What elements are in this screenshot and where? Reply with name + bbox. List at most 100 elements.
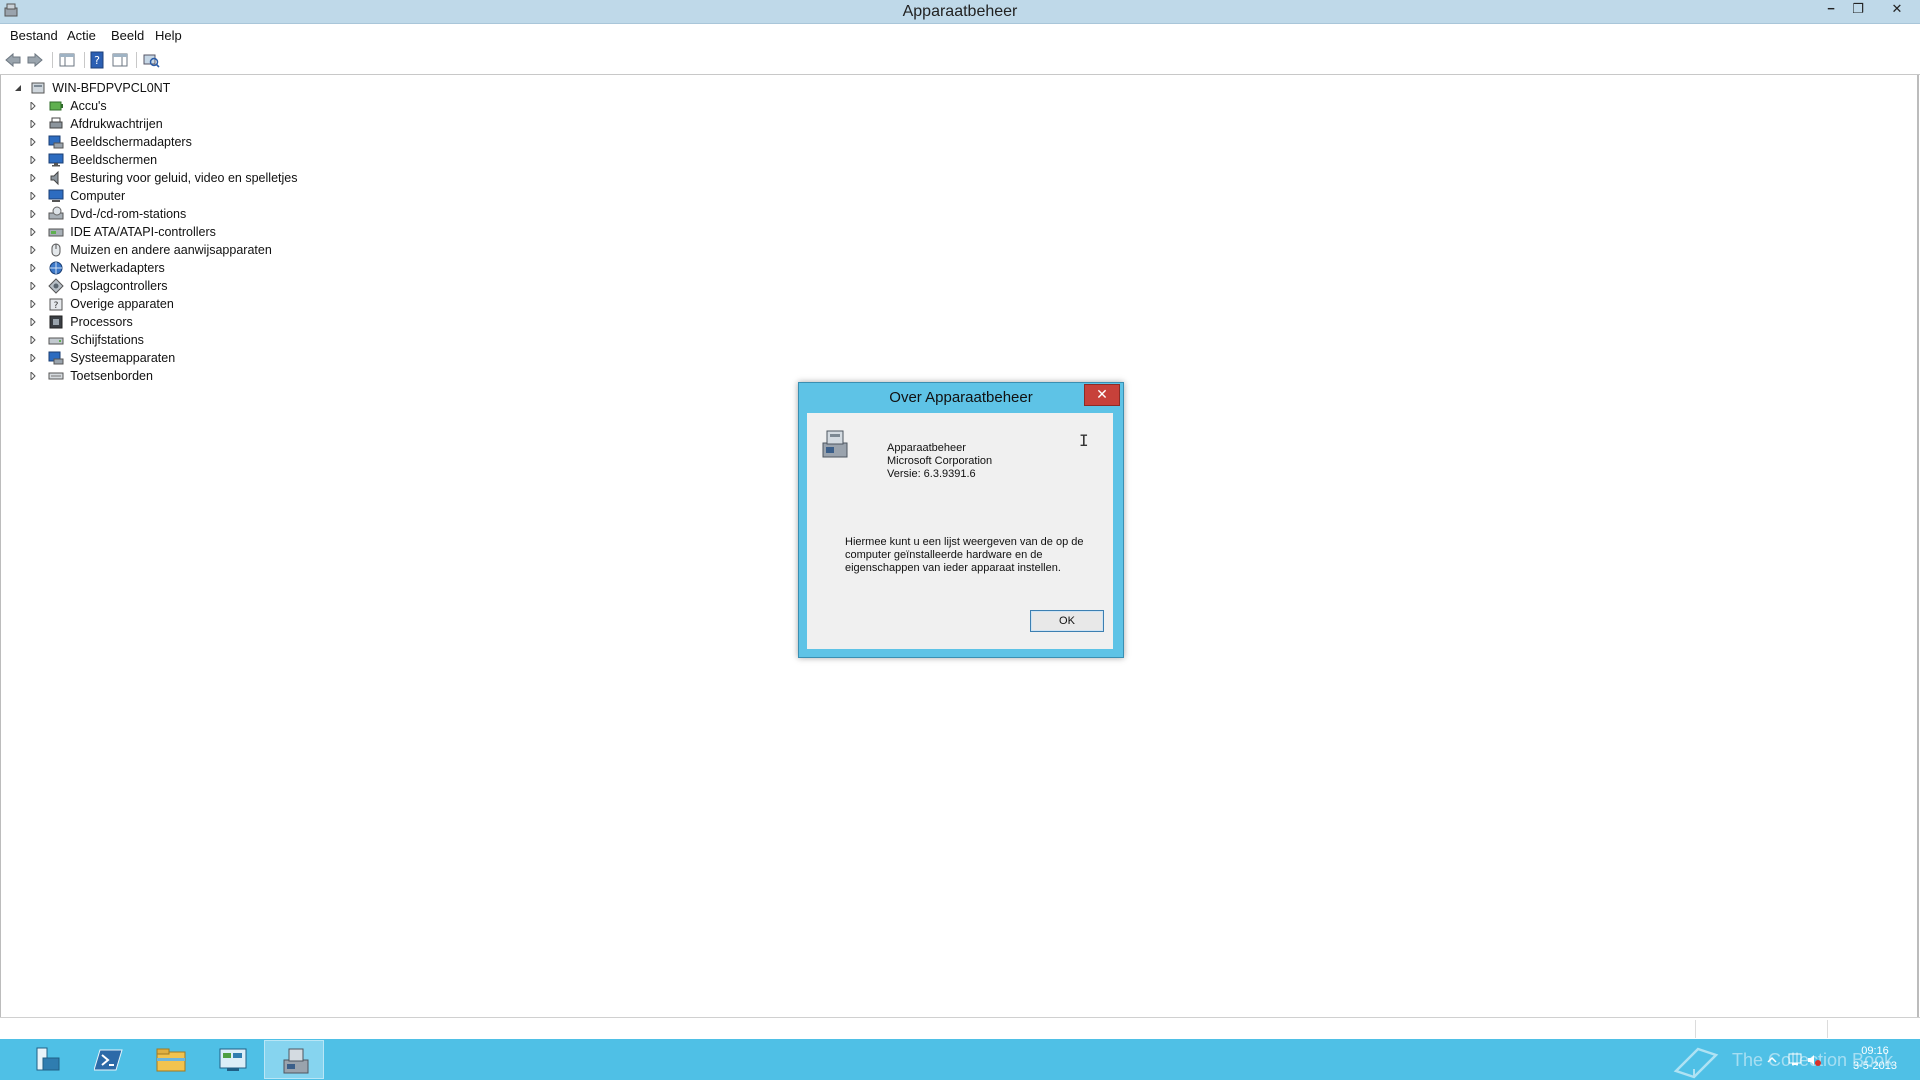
- tree-item-label: Accu's: [70, 99, 107, 113]
- tree-item-ide-ata[interactable]: IDE ATA/ATAPI-controllers: [28, 223, 216, 241]
- tree-item-afdrukwachtrijen[interactable]: Afdrukwachtrijen: [28, 115, 163, 133]
- powershell-icon[interactable]: [78, 1040, 138, 1079]
- svg-text:?: ?: [53, 301, 58, 311]
- collapse-arrow-icon[interactable]: [13, 79, 23, 97]
- expand-arrow-icon[interactable]: [28, 151, 38, 169]
- menu-actie[interactable]: Actie: [67, 28, 96, 43]
- tree-item-label: Toetsenborden: [70, 369, 153, 383]
- status-pane: [1827, 1020, 1916, 1038]
- battery-icon: [49, 101, 63, 111]
- text-cursor-icon: I: [1079, 431, 1089, 450]
- dialog-title: Over Apparaatbeheer: [889, 389, 1033, 406]
- tree-item-accus[interactable]: Accu's: [28, 97, 107, 115]
- tree-item-muizen[interactable]: Muizen en andere aanwijsapparaten: [28, 241, 272, 259]
- clock-date: 3-5-2013: [1852, 1060, 1898, 1072]
- system-devices-icon: [48, 351, 64, 365]
- tree-item-overige-apparaten[interactable]: ? Overige apparaten: [28, 295, 174, 313]
- tree-item-label: Netwerkadapters: [70, 261, 165, 275]
- tree-item-label: Opslagcontrollers: [70, 279, 168, 293]
- expand-arrow-icon[interactable]: [28, 97, 38, 115]
- speaker-icon: [50, 170, 59, 186]
- tree-item-label: Dvd-/cd-rom-stations: [70, 207, 187, 221]
- status-pane: [1695, 1020, 1826, 1038]
- tree-item-systeemapparaten[interactable]: Systeemapparaten: [28, 349, 175, 367]
- dialog-description: Hiermee kunt u een lijst weergeven van d…: [845, 536, 1084, 574]
- about-dialog: Over Apparaatbeheer ✕ Apparaatbeheer Mic…: [798, 382, 1124, 658]
- title-bar: Apparaatbeheer − ❐ ✕: [0, 0, 1920, 24]
- tree-item-label: Besturing voor geluid, video en spelletj…: [70, 171, 298, 185]
- dialog-close-button[interactable]: ✕: [1084, 384, 1120, 406]
- tree-root-label: WIN-BFDPVPCL0NT: [52, 81, 171, 95]
- tree-item-besturing-geluid[interactable]: Besturing voor geluid, video en spelletj…: [28, 169, 297, 187]
- expand-arrow-icon[interactable]: [28, 367, 38, 385]
- tree-item-beeldschermen[interactable]: Beeldschermen: [28, 151, 157, 169]
- tree-item-label: Overige apparaten: [70, 297, 174, 311]
- expand-arrow-icon[interactable]: [28, 223, 38, 241]
- dialog-app-info: Apparaatbeheer Microsoft Corporation Ver…: [887, 442, 992, 481]
- menu-bestand[interactable]: Bestand: [10, 28, 58, 43]
- scan-hardware-icon[interactable]: [142, 51, 160, 69]
- disk-drive-icon: [48, 337, 64, 345]
- mouse-icon: [51, 243, 61, 257]
- maximize-button[interactable]: ❐: [1845, 0, 1871, 20]
- tree-item-label: Afdrukwachtrijen: [70, 117, 163, 131]
- forward-arrow-icon[interactable]: [26, 51, 44, 69]
- tree-item-label: Systeemapparaten: [70, 351, 176, 365]
- show-hide-console-tree-icon[interactable]: [58, 51, 76, 69]
- server-manager-icon[interactable]: [16, 1040, 76, 1079]
- tree-item-label: IDE ATA/ATAPI-controllers: [70, 225, 216, 239]
- expand-arrow-icon[interactable]: [28, 259, 38, 277]
- dialog-company: Microsoft Corporation: [887, 455, 993, 467]
- tree-item-toetsenborden[interactable]: Toetsenborden: [28, 367, 153, 385]
- back-arrow-icon[interactable]: [4, 51, 22, 69]
- dialog-app-name: Apparaatbeheer: [887, 442, 966, 454]
- tree-item-label: Schijfstations: [70, 333, 144, 347]
- expand-arrow-icon[interactable]: [28, 133, 38, 151]
- expand-arrow-icon[interactable]: [28, 115, 38, 133]
- device-manager-taskbar-button[interactable]: [264, 1040, 324, 1079]
- file-explorer-icon[interactable]: [140, 1040, 200, 1079]
- show-hidden-icons-icon[interactable]: [1767, 1055, 1777, 1065]
- ok-button[interactable]: OK: [1030, 610, 1104, 632]
- help-icon[interactable]: ?: [88, 51, 106, 69]
- taskbar-clock[interactable]: 09:16 3-5-2013: [1840, 1044, 1910, 1074]
- minimize-button[interactable]: −: [1818, 0, 1844, 20]
- expand-arrow-icon[interactable]: [28, 313, 38, 331]
- expand-arrow-icon[interactable]: [28, 277, 38, 295]
- speaker-muted-icon[interactable]: [1807, 1053, 1821, 1067]
- control-panel-icon[interactable]: [202, 1040, 262, 1079]
- monitor-icon: [48, 153, 64, 167]
- tree-item-computer[interactable]: Computer: [28, 187, 125, 205]
- close-window-button[interactable]: ✕: [1880, 0, 1914, 20]
- toolbar: ?: [0, 46, 1920, 75]
- tree-item-label: Computer: [70, 189, 126, 203]
- toolbar-separator: [52, 52, 53, 68]
- tree-item-opslagcontrollers[interactable]: Opslagcontrollers: [28, 277, 168, 295]
- dialog-body: Apparaatbeheer Microsoft Corporation Ver…: [807, 413, 1113, 649]
- tree-item-label: Beeldschermadapters: [70, 135, 192, 149]
- device-manager-icon: [822, 430, 848, 458]
- expand-arrow-icon[interactable]: [28, 295, 38, 313]
- window-title: Apparaatbeheer: [902, 3, 1018, 20]
- computer-icon: [48, 189, 64, 202]
- expand-arrow-icon[interactable]: [28, 169, 38, 187]
- network-status-icon[interactable]: [1787, 1051, 1803, 1067]
- expand-arrow-icon[interactable]: [28, 349, 38, 367]
- tree-item-beeldschermadapters[interactable]: Beeldschermadapters: [28, 133, 192, 151]
- expand-arrow-icon[interactable]: [28, 241, 38, 259]
- properties-pane-icon[interactable]: [111, 51, 129, 69]
- tree-item-netwerkadapters[interactable]: Netwerkadapters: [28, 259, 165, 277]
- keyboard-icon: [48, 372, 64, 380]
- tree-item-dvd-cd-rom[interactable]: Dvd-/cd-rom-stations: [28, 205, 186, 223]
- expand-arrow-icon[interactable]: [28, 205, 38, 223]
- menu-help[interactable]: Help: [155, 28, 182, 43]
- expand-arrow-icon[interactable]: [28, 187, 38, 205]
- svg-text:?: ?: [94, 54, 100, 67]
- expand-arrow-icon[interactable]: [28, 331, 38, 349]
- tree-item-processors[interactable]: Processors: [28, 313, 133, 331]
- tree-item-schijfstations[interactable]: Schijfstations: [28, 331, 144, 349]
- menu-beeld[interactable]: Beeld: [111, 28, 144, 43]
- tree-root-node[interactable]: WIN-BFDPVPCL0NT: [13, 79, 170, 97]
- tree-item-label: Processors: [70, 315, 133, 329]
- processor-icon: [49, 315, 63, 329]
